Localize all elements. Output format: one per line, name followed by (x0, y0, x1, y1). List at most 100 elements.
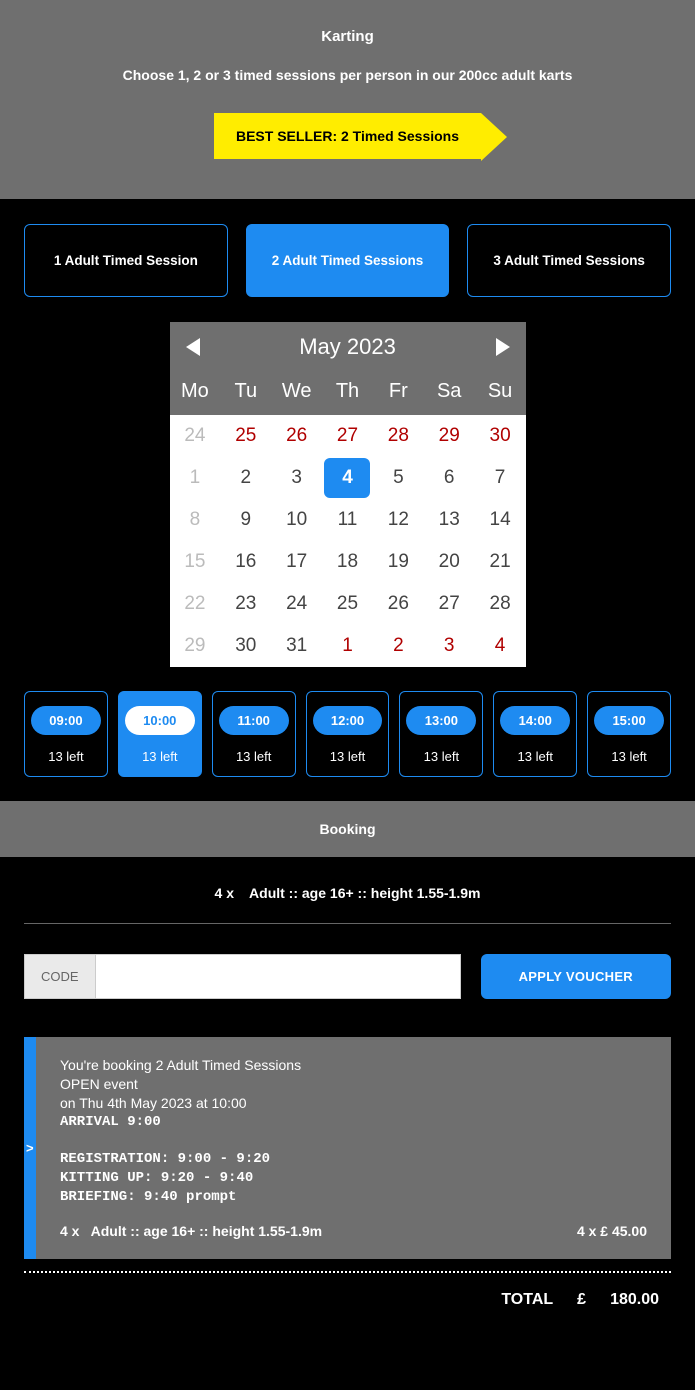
calendar-cell[interactable]: 2 (373, 625, 424, 667)
calendar-cell[interactable]: 4 (324, 458, 370, 498)
calendar-cell[interactable]: 11 (322, 499, 373, 541)
details-briefing: BRIEFING: 9:40 prompt (60, 1189, 647, 1205)
calendar-day-header: Th (322, 380, 373, 403)
total-amount: 180.00 (610, 1291, 659, 1309)
time-pill: 11:00 (219, 706, 289, 735)
booking-desc: Adult :: age 16+ :: height 1.55-1.9m (249, 885, 480, 901)
time-left: 13 left (313, 749, 383, 764)
session-tab-1[interactable]: 1 Adult Timed Session (24, 224, 228, 297)
calendar-cell[interactable]: 2 (220, 457, 271, 499)
calendar-day-header: Mo (170, 380, 221, 403)
calendar-prev-icon[interactable] (186, 338, 200, 356)
best-seller-badge: BEST SELLER: 2 Timed Sessions (214, 113, 481, 159)
calendar-cell: 15 (170, 541, 221, 583)
calendar-cell[interactable]: 20 (424, 541, 475, 583)
calendar-cell[interactable]: 9 (220, 499, 271, 541)
calendar-cell[interactable]: 30 (475, 415, 526, 457)
calendar-day-header: Sa (424, 380, 475, 403)
calendar-cell[interactable]: 23 (220, 583, 271, 625)
calendar-cell[interactable]: 25 (220, 415, 271, 457)
details-caret-icon[interactable]: > (26, 1141, 34, 1156)
details-line: OPEN event (60, 1076, 647, 1092)
calendar-cell[interactable]: 28 (373, 415, 424, 457)
details-registration: REGISTRATION: 9:00 - 9:20 (60, 1151, 647, 1167)
calendar-cell: 29 (170, 625, 221, 667)
time-slot[interactable]: 09:0013 left (24, 691, 108, 777)
calendar-day-header: Fr (373, 380, 424, 403)
calendar-cell[interactable]: 21 (475, 541, 526, 583)
calendar-cell: 8 (170, 499, 221, 541)
calendar-cell: 22 (170, 583, 221, 625)
calendar-cell[interactable]: 24 (271, 583, 322, 625)
booking-qty: 4 x (215, 885, 234, 901)
calendar-cell[interactable]: 13 (424, 499, 475, 541)
calendar-cell[interactable]: 1 (322, 625, 373, 667)
calendar-cell[interactable]: 19 (373, 541, 424, 583)
calendar-cell[interactable]: 14 (475, 499, 526, 541)
page-subtitle: Choose 1, 2 or 3 timed sessions per pers… (20, 67, 675, 83)
calendar-cell[interactable]: 26 (271, 415, 322, 457)
calendar-cell[interactable]: 7 (475, 457, 526, 499)
calendar-month-label: May 2023 (299, 334, 396, 360)
time-slots: 09:0013 left10:0013 left11:0013 left12:0… (0, 667, 695, 801)
calendar-cell[interactable]: 28 (475, 583, 526, 625)
session-tab-2[interactable]: 2 Adult Timed Sessions (246, 224, 450, 297)
calendar-cell[interactable]: 30 (220, 625, 271, 667)
calendar-next-icon[interactable] (496, 338, 510, 356)
page-title: Karting (20, 28, 675, 45)
time-left: 13 left (125, 749, 195, 764)
details-bottom-right: 4 x £ 45.00 (577, 1223, 647, 1239)
total-row: TOTAL £ 180.00 (0, 1273, 695, 1339)
calendar-cell[interactable]: 17 (271, 541, 322, 583)
time-pill: 09:00 (31, 706, 101, 735)
time-slot[interactable]: 10:00 13 left (118, 691, 202, 777)
calendar-cell[interactable]: 25 (322, 583, 373, 625)
booking-details: > You're booking 2 Adult Timed Sessions … (24, 1037, 671, 1259)
calendar-cell[interactable]: 31 (271, 625, 322, 667)
time-pill: 15:00 (594, 706, 664, 735)
calendar-cell[interactable]: 18 (322, 541, 373, 583)
time-pill: 12:00 (313, 706, 383, 735)
details-line: You're booking 2 Adult Timed Sessions (60, 1057, 647, 1073)
calendar-cell[interactable]: 27 (424, 583, 475, 625)
calendar-cell[interactable]: 5 (373, 457, 424, 499)
header: Karting Choose 1, 2 or 3 timed sessions … (0, 0, 695, 199)
calendar-cell[interactable]: 4 (475, 625, 526, 667)
calendar-cell: 24 (170, 415, 221, 457)
time-slot[interactable]: 15:00 13 left (587, 691, 671, 777)
code-label: CODE (24, 954, 95, 999)
time-left: 13 left (594, 749, 664, 764)
apply-voucher-button[interactable]: APPLY VOUCHER (481, 954, 671, 999)
details-bottom-left: 4 x Adult :: age 16+ :: height 1.55-1.9m (60, 1223, 322, 1239)
total-currency: £ (577, 1291, 586, 1309)
calendar-cell[interactable]: 10 (271, 499, 322, 541)
calendar-cell[interactable]: 3 (271, 457, 322, 499)
time-slot[interactable]: 11:00 13 left (212, 691, 296, 777)
calendar: May 2023 MoTuWeThFrSaSu 2425262728293012… (170, 322, 526, 667)
calendar-day-header: Tu (220, 380, 271, 403)
calendar-cell[interactable]: 16 (220, 541, 271, 583)
time-slot[interactable]: 12:00 13 left (306, 691, 390, 777)
time-left: 13 left (406, 749, 476, 764)
total-label: TOTAL (501, 1291, 553, 1309)
calendar-cell[interactable]: 26 (373, 583, 424, 625)
session-tab-3[interactable]: 3 Adult Timed Sessions (467, 224, 671, 297)
calendar-cell[interactable]: 3 (424, 625, 475, 667)
details-kitting: KITTING UP: 9:20 - 9:40 (60, 1170, 647, 1186)
calendar-cell: 1 (170, 457, 221, 499)
details-arrival: ARRIVAL 9:00 (60, 1114, 647, 1130)
calendar-cell[interactable]: 27 (322, 415, 373, 457)
time-left: 13 left (219, 749, 289, 764)
code-input[interactable] (95, 954, 461, 999)
time-pill: 13:00 (406, 706, 476, 735)
time-slot[interactable]: 14:0013 left (493, 691, 577, 777)
time-pill: 10:00 (125, 706, 195, 735)
booking-heading: Booking (0, 801, 695, 857)
calendar-cell[interactable]: 12 (373, 499, 424, 541)
calendar-cell[interactable]: 29 (424, 415, 475, 457)
calendar-cell[interactable]: 6 (424, 457, 475, 499)
booking-summary: 4 x Adult :: age 16+ :: height 1.55-1.9m (24, 857, 671, 924)
calendar-day-header: Su (475, 380, 526, 403)
session-tabs: 1 Adult Timed Session2 Adult Timed Sessi… (0, 199, 695, 322)
time-slot[interactable]: 13:00 13 left (399, 691, 483, 777)
